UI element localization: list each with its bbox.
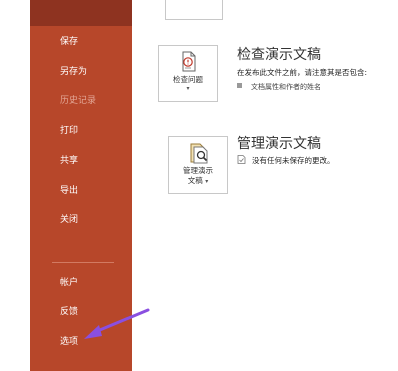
inspect-bullet-text: 文档属性和作者的姓名 — [251, 83, 321, 91]
document-status-icon — [237, 155, 246, 164]
manage-presentation-label-line2-wrap: 文稿 ▾ — [188, 176, 208, 186]
manage-document-icon — [190, 143, 208, 164]
sidebar-item-close[interactable]: 关闭 — [30, 207, 132, 233]
sidebar-item-feedback[interactable]: 反馈 — [30, 299, 132, 325]
sidebar-header-strip — [30, 0, 132, 26]
chevron-down-icon: ▾ — [186, 85, 190, 92]
sidebar-item-history[interactable]: 历史记录 — [30, 88, 132, 114]
partial-card-above[interactable] — [165, 0, 223, 20]
inspect-document-icon — [182, 51, 196, 72]
manage-status-text: 没有任何未保存的更改。 — [252, 156, 335, 165]
manage-presentation-label-line1: 管理演示 — [183, 166, 213, 175]
sidebar-item-print[interactable]: 打印 — [30, 118, 132, 144]
inspect-issues-button[interactable]: 检查问题 ▾ — [158, 45, 218, 102]
backstage-sidebar: 保存 另存为 历史记录 打印 共享 导出 关闭 帐户 反馈 选项 — [30, 0, 132, 371]
inspect-section-title: 检查演示文稿 — [237, 47, 321, 63]
manage-presentation-label-line2: 文稿 — [187, 176, 203, 185]
sidebar-divider — [52, 262, 114, 263]
sidebar-item-save[interactable]: 保存 — [30, 29, 132, 55]
inspect-bullet-item: 文档属性和作者的姓名 — [237, 82, 321, 92]
sidebar-item-save-as[interactable]: 另存为 — [30, 59, 132, 85]
chevron-down-icon: ▾ — [205, 178, 209, 185]
sidebar-item-options[interactable]: 选项 — [30, 329, 132, 355]
bullet-square-icon — [237, 83, 242, 88]
manage-status-row: 没有任何未保存的更改。 — [237, 155, 335, 166]
manage-section-title: 管理演示文稿 — [237, 136, 321, 152]
manage-presentation-button[interactable]: 管理演示 文稿 ▾ — [168, 136, 228, 194]
sidebar-item-export[interactable]: 导出 — [30, 178, 132, 204]
inspect-issues-label: 检查问题 — [173, 75, 203, 84]
sidebar-item-account[interactable]: 帐户 — [30, 270, 132, 296]
sidebar-item-share[interactable]: 共享 — [30, 148, 132, 174]
inspect-description: 在发布此文件之前，请注意其是否包含: — [237, 68, 368, 77]
